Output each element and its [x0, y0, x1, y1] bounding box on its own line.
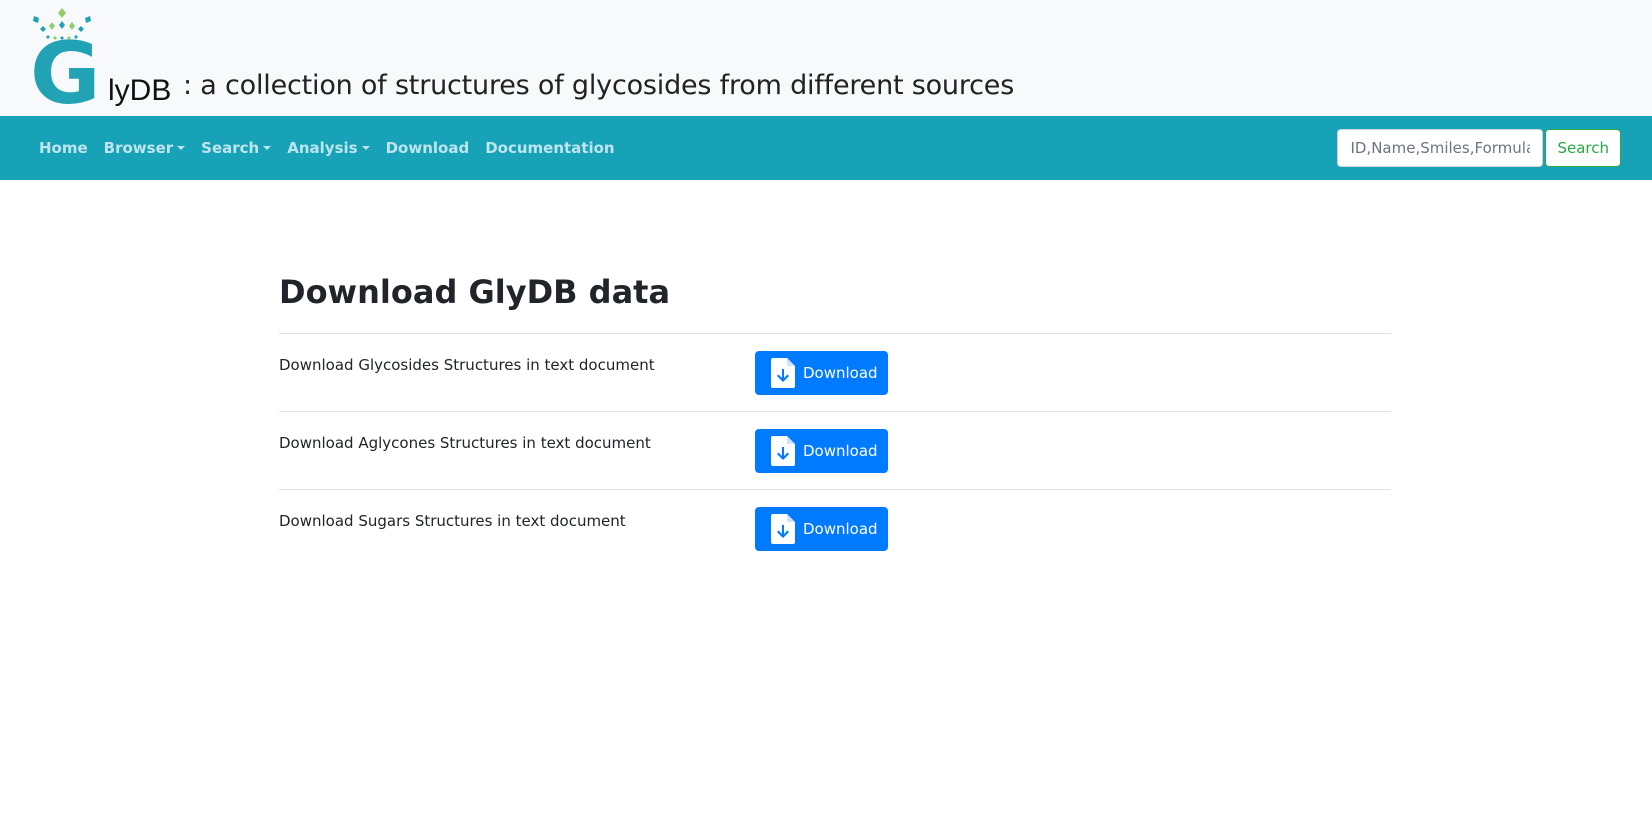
nav-download[interactable]: Download: [378, 131, 478, 165]
file-download-icon: [771, 436, 795, 466]
main-navbar: Home Browser Search Analysis Download Do…: [0, 116, 1652, 180]
nav-analysis[interactable]: Analysis: [279, 131, 377, 165]
file-download-icon: [771, 514, 795, 544]
caret-down-icon: [177, 146, 186, 150]
logo-letter: G: [30, 24, 101, 124]
nav-analysis-label: Analysis: [287, 139, 358, 157]
download-label: Download Aglycones Structures in text do…: [279, 434, 651, 452]
site-header: G lyDB : a collection of structures of g…: [0, 0, 1652, 124]
download-button-label: Download: [803, 520, 878, 538]
download-aglycones-button[interactable]: Download: [755, 429, 888, 473]
download-row-sugars: Download Sugars Structures in text docum…: [279, 490, 1391, 568]
download-sugars-button[interactable]: Download: [755, 507, 888, 551]
download-section: Download GlyDB data Download Glycosides …: [279, 250, 1391, 568]
download-button-label: Download: [803, 442, 878, 460]
nav-home-label: Home: [39, 139, 88, 157]
search-input[interactable]: [1337, 129, 1544, 167]
nav-browser-label: Browser: [103, 139, 174, 157]
caret-down-icon: [263, 146, 272, 150]
logo-text: lyDB: [108, 74, 172, 107]
search-form: Search: [1337, 129, 1621, 167]
download-row-glycosides: Download Glycosides Structures in text d…: [279, 334, 1391, 412]
nav-download-label: Download: [385, 139, 470, 157]
glydb-logo[interactable]: G lyDB: [30, 8, 190, 124]
nav-home[interactable]: Home: [31, 131, 96, 165]
download-label: Download Glycosides Structures in text d…: [279, 356, 655, 374]
download-button-label: Download: [803, 364, 878, 382]
page-title: Download GlyDB data: [279, 250, 1391, 334]
download-glycosides-button[interactable]: Download: [755, 351, 888, 395]
nav-search[interactable]: Search: [193, 131, 279, 165]
caret-down-icon: [361, 146, 370, 150]
nav-search-label: Search: [201, 139, 260, 157]
file-download-icon: [771, 358, 795, 388]
site-tagline: : a collection of structures of glycosid…: [183, 70, 1015, 101]
nav-documentation[interactable]: Documentation: [477, 131, 622, 165]
nav-browser[interactable]: Browser: [96, 131, 194, 165]
download-label: Download Sugars Structures in text docum…: [279, 512, 626, 530]
nav-documentation-label: Documentation: [485, 139, 615, 157]
search-button[interactable]: Search: [1545, 129, 1621, 167]
nav-links: Home Browser Search Analysis Download Do…: [31, 131, 623, 165]
download-row-aglycones: Download Aglycones Structures in text do…: [279, 412, 1391, 490]
